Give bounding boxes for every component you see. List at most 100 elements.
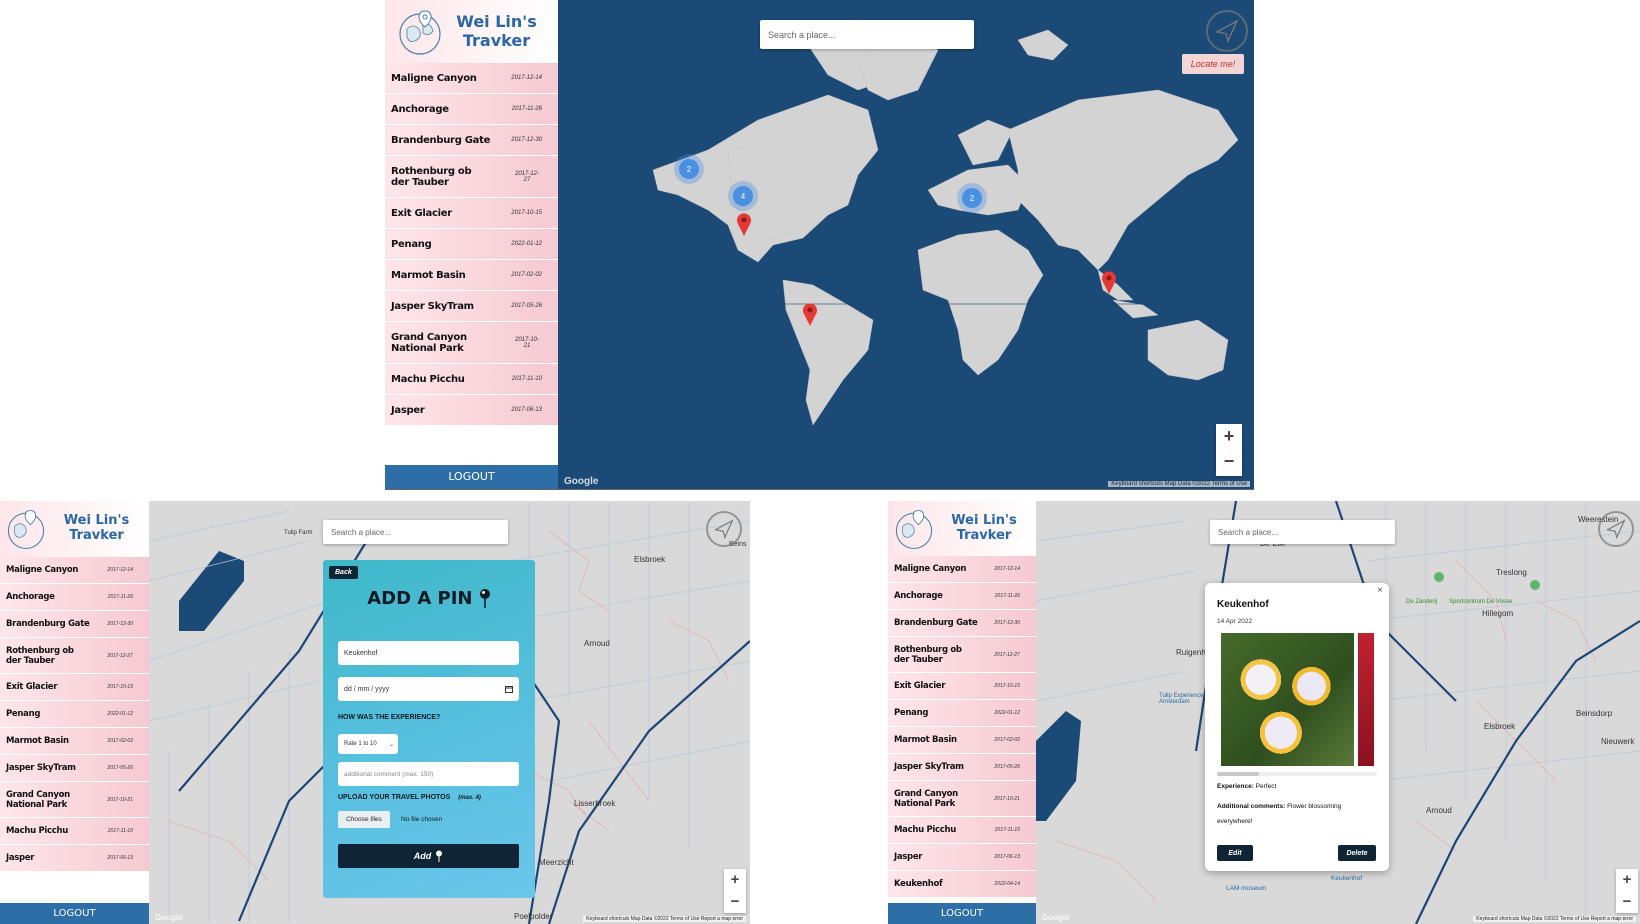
map-cluster[interactable]: 2 xyxy=(962,188,982,208)
list-item[interactable]: Grand Canyon National Park 2017-10-21 xyxy=(888,781,1036,817)
list-item[interactable]: Machu Picchu 2017-11-10 xyxy=(0,818,149,845)
place-name: Maligne Canyon xyxy=(894,564,967,574)
back-button[interactable]: Back xyxy=(329,566,358,579)
add-button-label: Add xyxy=(413,851,432,861)
place-date: 2017-05-26 xyxy=(994,764,1020,770)
map-footer: Keyboard shortcuts Map Data ©2022 Terms … xyxy=(583,916,746,922)
zoom-in-button[interactable]: + xyxy=(731,869,740,891)
list-item[interactable]: Penang 2022-01-12 xyxy=(0,701,149,728)
brand: Wei Lin's Travker xyxy=(385,0,558,63)
search-input[interactable]: Search a place... xyxy=(323,520,508,544)
list-item[interactable]: Grand Canyon National Park 2017-10-21 xyxy=(0,782,149,818)
list-item[interactable]: Jasper SkyTram 2017-05-26 xyxy=(888,754,1036,781)
experience-row: Experience: Perfect xyxy=(1217,783,1276,790)
map-cluster[interactable]: 2 xyxy=(679,159,699,179)
experience-label: HOW WAS THE EXPERIENCE? xyxy=(338,714,441,721)
add-button[interactable]: Add xyxy=(338,844,519,868)
scrollbar-thumb[interactable] xyxy=(1217,772,1259,776)
delete-button[interactable]: Delete xyxy=(1338,845,1376,861)
list-item[interactable]: Exit Glacier 2017-10-15 xyxy=(385,198,558,229)
app-title-line1: Wei Lin's xyxy=(63,513,130,529)
list-item[interactable]: Keukenhof 2022-04-14 xyxy=(888,871,1036,898)
list-item[interactable]: Grand Canyon National Park 2017-10-21 xyxy=(385,322,558,364)
app-title: Wei Lin's Travker xyxy=(48,513,145,544)
list-item[interactable]: Exit Glacier 2017-10-15 xyxy=(0,674,149,701)
list-item[interactable]: Jasper 2017-06-13 xyxy=(888,844,1036,871)
map-label: Lisserbroek xyxy=(574,799,616,808)
date-input[interactable]: dd / mm / yyyy xyxy=(338,677,519,701)
world-map[interactable]: Search a place... Locate me! 2 4 2 + − G… xyxy=(558,0,1254,489)
zoom-out-button[interactable]: − xyxy=(1623,891,1632,913)
comment-input[interactable]: additional comment (max. 150) xyxy=(338,762,519,786)
list-item[interactable]: Jasper 2017-06-13 xyxy=(385,395,558,426)
rating-select[interactable]: Rate 1 to 10 ⌄ xyxy=(338,734,398,754)
list-item[interactable]: Anchorage 2017-11-26 xyxy=(0,584,149,611)
choose-files-button[interactable]: Choose files xyxy=(338,811,390,828)
edit-button[interactable]: Edit xyxy=(1217,845,1253,861)
place-name: Machu Picchu xyxy=(894,825,957,835)
map-pin-icon[interactable] xyxy=(802,302,818,326)
map-label: LAM museum xyxy=(1226,885,1267,892)
cluster-count: 2 xyxy=(969,193,975,203)
place-list: Maligne Canyon 2017-12-14 Anchorage 2017-1… xyxy=(0,557,149,924)
pin-icon xyxy=(479,589,490,608)
place-name: Exit Glacier xyxy=(6,682,58,692)
list-item[interactable]: Exit Glacier 2017-10-15 xyxy=(888,673,1036,700)
map-pin-icon[interactable] xyxy=(1101,270,1117,294)
close-icon[interactable]: × xyxy=(1377,585,1383,596)
map-cluster[interactable]: 4 xyxy=(733,186,753,206)
zoom-in-button[interactable]: + xyxy=(1224,424,1235,449)
list-item[interactable]: Brandenburg Gate 2017-12-30 xyxy=(0,611,149,638)
street-map[interactable]: Weerestein De Zilk Ruigenhoek Treslong H… xyxy=(1036,501,1640,924)
map-label: Nieuwerk xyxy=(1601,737,1635,746)
list-item[interactable]: Brandenburg Gate 2017-12-30 xyxy=(385,125,558,156)
compass-icon[interactable] xyxy=(706,511,742,547)
list-item[interactable]: Maligne Canyon 2017-12-14 xyxy=(385,63,558,94)
street-map[interactable]: Tulip Farm Elsbroek Arnoud Lisserbroek M… xyxy=(149,501,750,924)
app-title-line2: Travker xyxy=(69,528,124,543)
compass-icon[interactable] xyxy=(1206,10,1248,52)
list-item[interactable]: Anchorage 2017-11-26 xyxy=(888,583,1036,610)
list-item[interactable]: Marmot Basin 2017-02-02 xyxy=(888,727,1036,754)
place-date: 2017-02-02 xyxy=(511,272,542,278)
list-item[interactable]: Rothenburg ob der Tauber 2017-12-27 xyxy=(0,638,149,674)
list-item[interactable]: Jasper SkyTram 2017-05-26 xyxy=(385,291,558,322)
logout-button[interactable]: LOGOUT xyxy=(0,903,149,924)
map-label: Sportcentrum De Vosse xyxy=(1449,599,1513,605)
place-name-input[interactable]: Keukenhof xyxy=(338,641,519,665)
place-date: 2017-10-15 xyxy=(511,210,542,216)
cluster-count: 2 xyxy=(686,164,692,174)
search-input[interactable]: Search a place... xyxy=(1210,520,1395,544)
locate-me-button[interactable]: Locate me! xyxy=(1182,54,1244,74)
list-item[interactable]: Anchorage 2017-11-26 xyxy=(385,94,558,125)
list-item[interactable]: Maligne Canyon 2017-12-14 xyxy=(888,556,1036,583)
pin-icon xyxy=(436,850,443,862)
logout-button[interactable]: LOGOUT xyxy=(385,465,558,489)
list-item[interactable]: Rothenburg ob der Tauber 2017-12-27 xyxy=(385,156,558,198)
place-date: 2017-10-21 xyxy=(514,336,540,349)
list-item[interactable]: Maligne Canyon 2017-12-14 xyxy=(0,557,149,584)
list-item[interactable]: Penang 2022-01-12 xyxy=(888,700,1036,727)
list-item[interactable]: Marmot Basin 2017-02-02 xyxy=(385,260,558,291)
list-item[interactable]: Machu Picchu 2017-11-10 xyxy=(888,817,1036,844)
map-pin-icon[interactable] xyxy=(736,212,752,236)
calendar-icon[interactable] xyxy=(505,685,513,693)
list-item[interactable]: Machu Picchu 2017-11-10 xyxy=(385,364,558,395)
zoom-out-button[interactable]: − xyxy=(731,891,740,913)
popup-photo-next xyxy=(1358,633,1374,766)
list-item[interactable]: Brandenburg Gate 2017-12-30 xyxy=(888,610,1036,637)
place-name: Rothenburg ob der Tauber xyxy=(391,165,472,188)
search-input[interactable]: Search a place... xyxy=(760,20,974,49)
compass-icon[interactable] xyxy=(1598,511,1634,547)
photo-scrollbar[interactable] xyxy=(1217,772,1377,776)
place-date: 2017-11-26 xyxy=(994,593,1020,599)
zoom-out-button[interactable]: − xyxy=(1224,449,1235,474)
place-date: 2017-12-27 xyxy=(994,651,1020,658)
zoom-in-button[interactable]: + xyxy=(1623,869,1632,891)
list-item[interactable]: Jasper SkyTram 2017-05-26 xyxy=(0,755,149,782)
list-item[interactable]: Marmot Basin 2017-02-02 xyxy=(0,728,149,755)
list-item[interactable]: Jasper 2017-06-13 xyxy=(0,845,149,872)
logout-button[interactable]: LOGOUT xyxy=(888,903,1036,924)
list-item[interactable]: Rothenburg ob der Tauber 2017-12-27 xyxy=(888,637,1036,673)
list-item[interactable]: Penang 2022-01-12 xyxy=(385,229,558,260)
